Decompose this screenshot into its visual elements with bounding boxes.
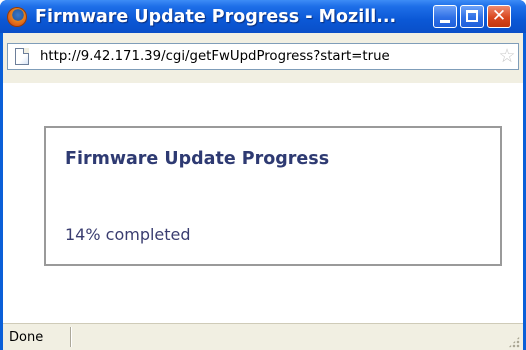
panel-title: Firmware Update Progress: [65, 149, 330, 169]
star-icon[interactable]: ☆: [497, 46, 517, 66]
navigation-toolbar: http://9.42.171.39/cgi/getFwUpdProgress?…: [3, 33, 523, 83]
status-text: Done: [9, 330, 44, 345]
status-bar: Done: [3, 323, 523, 350]
title-bar[interactable]: Firmware Update Progress - Mozill... ✕: [0, 0, 526, 33]
address-bar[interactable]: http://9.42.171.39/cgi/getFwUpdProgress?…: [7, 43, 519, 70]
maximize-button[interactable]: [460, 5, 484, 28]
firefox-icon[interactable]: [7, 7, 27, 27]
status-separator: [70, 327, 72, 347]
maximize-icon: [466, 10, 478, 22]
close-button[interactable]: ✕: [487, 5, 511, 28]
page-icon: [15, 48, 29, 65]
minimize-button[interactable]: [433, 5, 457, 28]
page-content: Firmware Update Progress 14% completed: [3, 83, 523, 323]
close-icon: ✕: [491, 6, 507, 26]
progress-panel: Firmware Update Progress 14% completed: [44, 126, 502, 266]
resize-grip-icon[interactable]: [508, 336, 520, 348]
url-text[interactable]: http://9.42.171.39/cgi/getFwUpdProgress?…: [40, 44, 390, 69]
window-title: Firmware Update Progress - Mozill...: [35, 7, 397, 27]
minimize-icon: [440, 20, 450, 23]
browser-window: Firmware Update Progress - Mozill... ✕ h…: [0, 0, 526, 350]
progress-status: 14% completed: [65, 225, 191, 244]
